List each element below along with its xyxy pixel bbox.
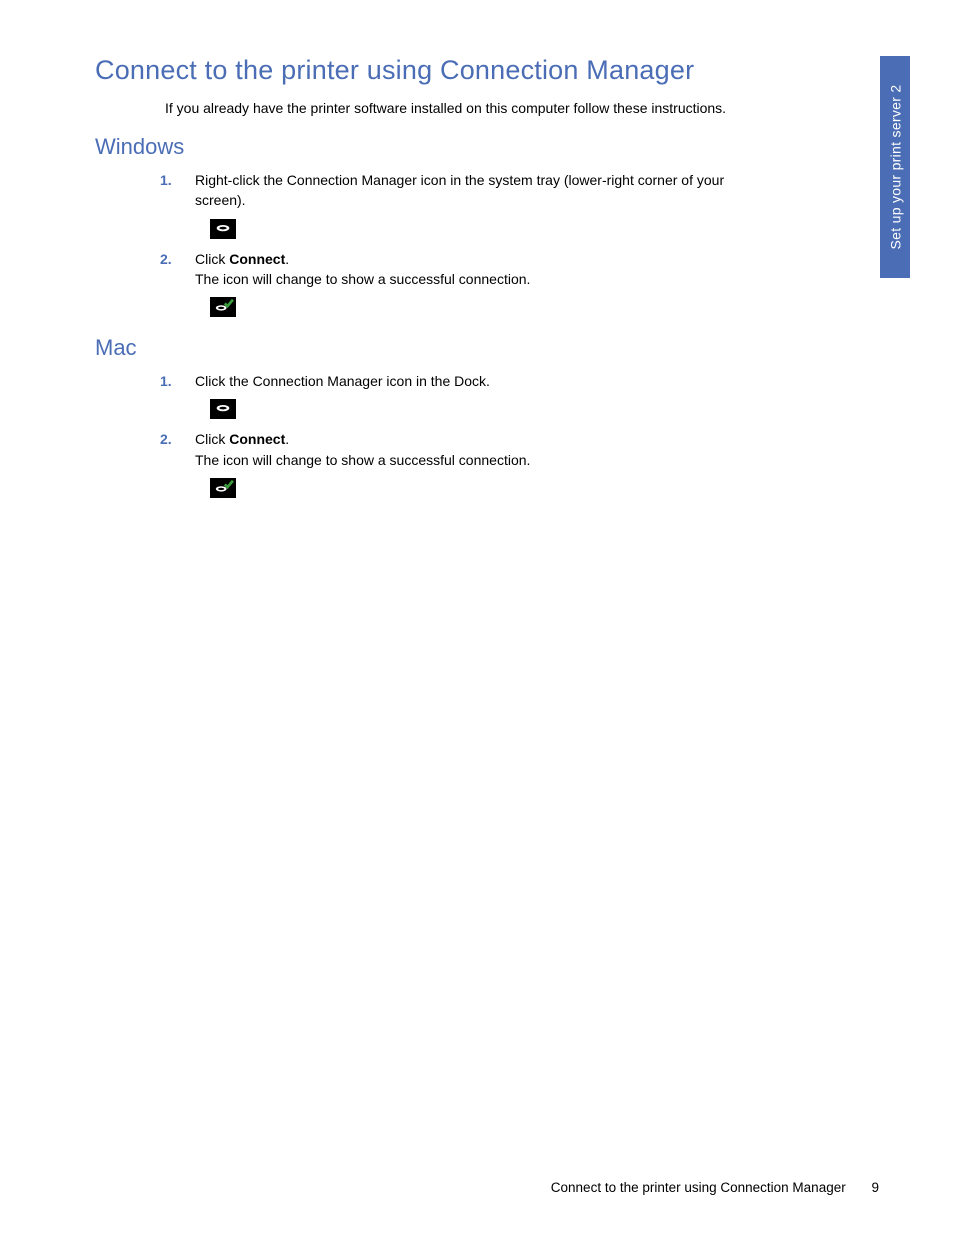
step-text: Click the Connection Manager icon in the… bbox=[195, 373, 490, 389]
step-number: 2. bbox=[160, 249, 172, 269]
step-text: Right-click the Connection Manager icon … bbox=[195, 172, 724, 208]
step-number: 1. bbox=[160, 170, 172, 190]
mac-steps: 1. Click the Connection Manager icon in … bbox=[160, 371, 775, 498]
windows-section: Windows 1. Right-click the Connection Ma… bbox=[95, 134, 775, 317]
step-number: 2. bbox=[160, 429, 172, 449]
step-bold: Connect bbox=[229, 251, 285, 267]
page-content: Connect to the printer using Connection … bbox=[0, 0, 870, 498]
list-item: 2. Click Connect. The icon will change t… bbox=[160, 429, 775, 498]
step-suffix: . bbox=[285, 431, 289, 447]
list-item: 1. Click the Connection Manager icon in … bbox=[160, 371, 775, 419]
connection-manager-connected-icon bbox=[210, 297, 236, 317]
mac-heading: Mac bbox=[95, 335, 775, 361]
chapter-tab: Set up your print server 2 bbox=[880, 56, 910, 278]
mac-section: Mac 1. Click the Connection Manager icon… bbox=[95, 335, 775, 498]
connection-manager-icon bbox=[210, 219, 236, 239]
step-suffix: . bbox=[285, 251, 289, 267]
footer-text: Connect to the printer using Connection … bbox=[551, 1180, 846, 1195]
page-footer: Connect to the printer using Connection … bbox=[551, 1180, 879, 1195]
step-prefix: Click bbox=[195, 251, 229, 267]
connection-manager-connected-icon bbox=[210, 478, 236, 498]
connection-manager-icon bbox=[210, 399, 236, 419]
chapter-tab-label: Set up your print server 2 bbox=[887, 85, 903, 250]
step-prefix: Click bbox=[195, 431, 229, 447]
intro-text: If you already have the printer software… bbox=[165, 100, 775, 116]
step-line2: The icon will change to show a successfu… bbox=[195, 271, 530, 287]
windows-heading: Windows bbox=[95, 134, 775, 160]
step-line2: The icon will change to show a successfu… bbox=[195, 452, 530, 468]
page-number: 9 bbox=[871, 1180, 879, 1195]
windows-steps: 1. Right-click the Connection Manager ic… bbox=[160, 170, 775, 317]
step-number: 1. bbox=[160, 371, 172, 391]
step-bold: Connect bbox=[229, 431, 285, 447]
list-item: 1. Right-click the Connection Manager ic… bbox=[160, 170, 775, 239]
page-title: Connect to the printer using Connection … bbox=[95, 55, 775, 86]
list-item: 2. Click Connect. The icon will change t… bbox=[160, 249, 775, 318]
